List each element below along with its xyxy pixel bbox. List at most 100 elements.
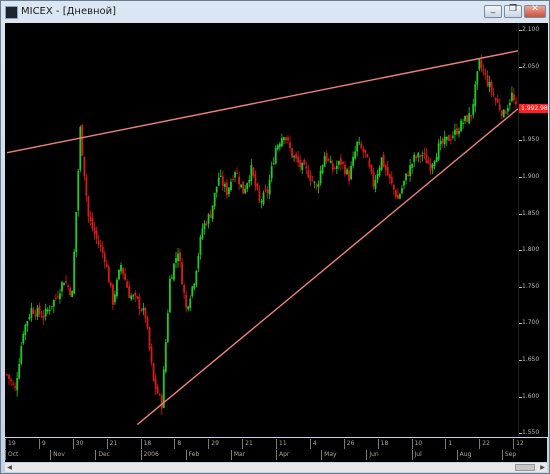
candle-body: [103, 253, 106, 263]
candle-body: [299, 160, 302, 167]
candle-body: [38, 305, 41, 315]
close-button[interactable]: ✕: [524, 4, 546, 18]
candle-body: [50, 306, 53, 308]
candle-body: [134, 292, 137, 296]
candle-body: [382, 154, 385, 167]
month-label: Dec: [95, 450, 140, 460]
candle-body: [122, 267, 124, 274]
candle-body: [488, 82, 491, 88]
candle-body: [282, 137, 285, 141]
candle-body: [105, 264, 108, 267]
price-chart-area[interactable]: [5, 23, 519, 437]
trendline-lower[interactable]: [136, 108, 519, 426]
candle-body: [287, 137, 289, 141]
candle-body: [362, 148, 365, 153]
scroll-thumb[interactable]: [515, 464, 535, 471]
candle-body: [93, 227, 96, 234]
price-axis-label: 1.600: [522, 392, 540, 400]
candle-body: [403, 180, 405, 186]
candle-body: [166, 313, 169, 342]
candle-body: [85, 177, 88, 196]
price-axis-label: 2.100: [522, 26, 540, 34]
price-axis-label: 1.550: [522, 429, 540, 437]
candle-body: [132, 295, 135, 297]
candle-body: [419, 155, 422, 158]
candle-body: [374, 180, 377, 190]
candle-body: [474, 84, 477, 107]
restore-button[interactable]: ❐: [504, 4, 522, 18]
candle-body: [109, 282, 112, 286]
candle-body: [130, 295, 133, 300]
candle-body: [8, 374, 10, 379]
candle-body: [325, 153, 328, 162]
candle-body: [148, 327, 151, 349]
candle-body: [258, 190, 261, 201]
scroll-right-icon[interactable]: ▶: [538, 463, 547, 472]
candle-body: [107, 266, 110, 283]
candle-body: [116, 279, 118, 297]
candle-body: [270, 166, 273, 179]
candle-body: [203, 223, 206, 229]
candle-body: [244, 188, 247, 194]
candle-body: [372, 171, 375, 187]
candle-body: [445, 136, 448, 140]
candle-body: [140, 309, 143, 312]
candle-body: [146, 317, 149, 328]
candle-body: [69, 287, 72, 295]
day-labels-row: 19 9 30 21 18 8 29 21 11 4 26 18 10 1 22 12: [5, 439, 547, 450]
candle-body: [154, 378, 157, 389]
candle-body: [397, 194, 399, 199]
candle-body: [380, 157, 383, 170]
candle-body: [187, 306, 190, 310]
month-label: Mar: [230, 450, 276, 460]
candle-body: [356, 141, 359, 152]
candle-body: [376, 174, 379, 180]
title-bar[interactable]: MICEX - [Дневной] _ ❐ ✕: [1, 1, 549, 23]
minimize-button[interactable]: _: [484, 4, 502, 18]
candle-body: [460, 120, 462, 132]
candle-body: [360, 143, 363, 149]
candle-body: [24, 324, 27, 336]
candle-body: [366, 154, 369, 158]
candle-body: [498, 104, 501, 110]
candle-body: [340, 158, 342, 165]
candle-body: [476, 71, 479, 85]
candle-body: [128, 286, 131, 298]
candle-body: [390, 177, 393, 184]
candle-body: [425, 153, 428, 164]
candle-body: [142, 308, 145, 311]
candle-body: [272, 163, 275, 165]
candle-body: [502, 109, 505, 118]
candle-body: [319, 170, 322, 184]
candle-body: [201, 228, 204, 239]
candle-body: [350, 165, 352, 180]
candle-body: [329, 161, 332, 164]
candle-body: [185, 294, 188, 308]
candle-body: [28, 316, 31, 320]
horizontal-scrollbar[interactable]: ◀ ▶: [5, 463, 547, 472]
candle-body: [183, 285, 186, 293]
candle-body: [264, 189, 267, 191]
candle-body: [291, 148, 293, 158]
day-label: 8: [174, 439, 208, 449]
candle-body: [57, 296, 59, 298]
candle-body: [456, 128, 458, 135]
candle-body: [435, 157, 438, 163]
day-label: 4: [309, 439, 344, 449]
candle-body: [175, 258, 177, 263]
candle-body: [34, 314, 37, 316]
trendline-upper[interactable]: [6, 50, 519, 154]
candle-body: [120, 264, 122, 272]
candle-body: [77, 170, 80, 211]
candle-body: [500, 110, 503, 116]
candle-body: [12, 383, 15, 385]
candle-body: [111, 284, 114, 305]
month-labels-row: Oct Nov Dec 2006 Feb Mar Apr May Jun Jul Aug Sep: [5, 450, 547, 461]
candle-body: [260, 200, 263, 203]
candle-body: [486, 75, 489, 86]
candle-body: [496, 98, 499, 103]
candle-body: [191, 286, 194, 297]
candle-body: [114, 294, 116, 303]
candle-body: [209, 214, 212, 218]
scroll-left-icon[interactable]: ◀: [5, 463, 14, 472]
